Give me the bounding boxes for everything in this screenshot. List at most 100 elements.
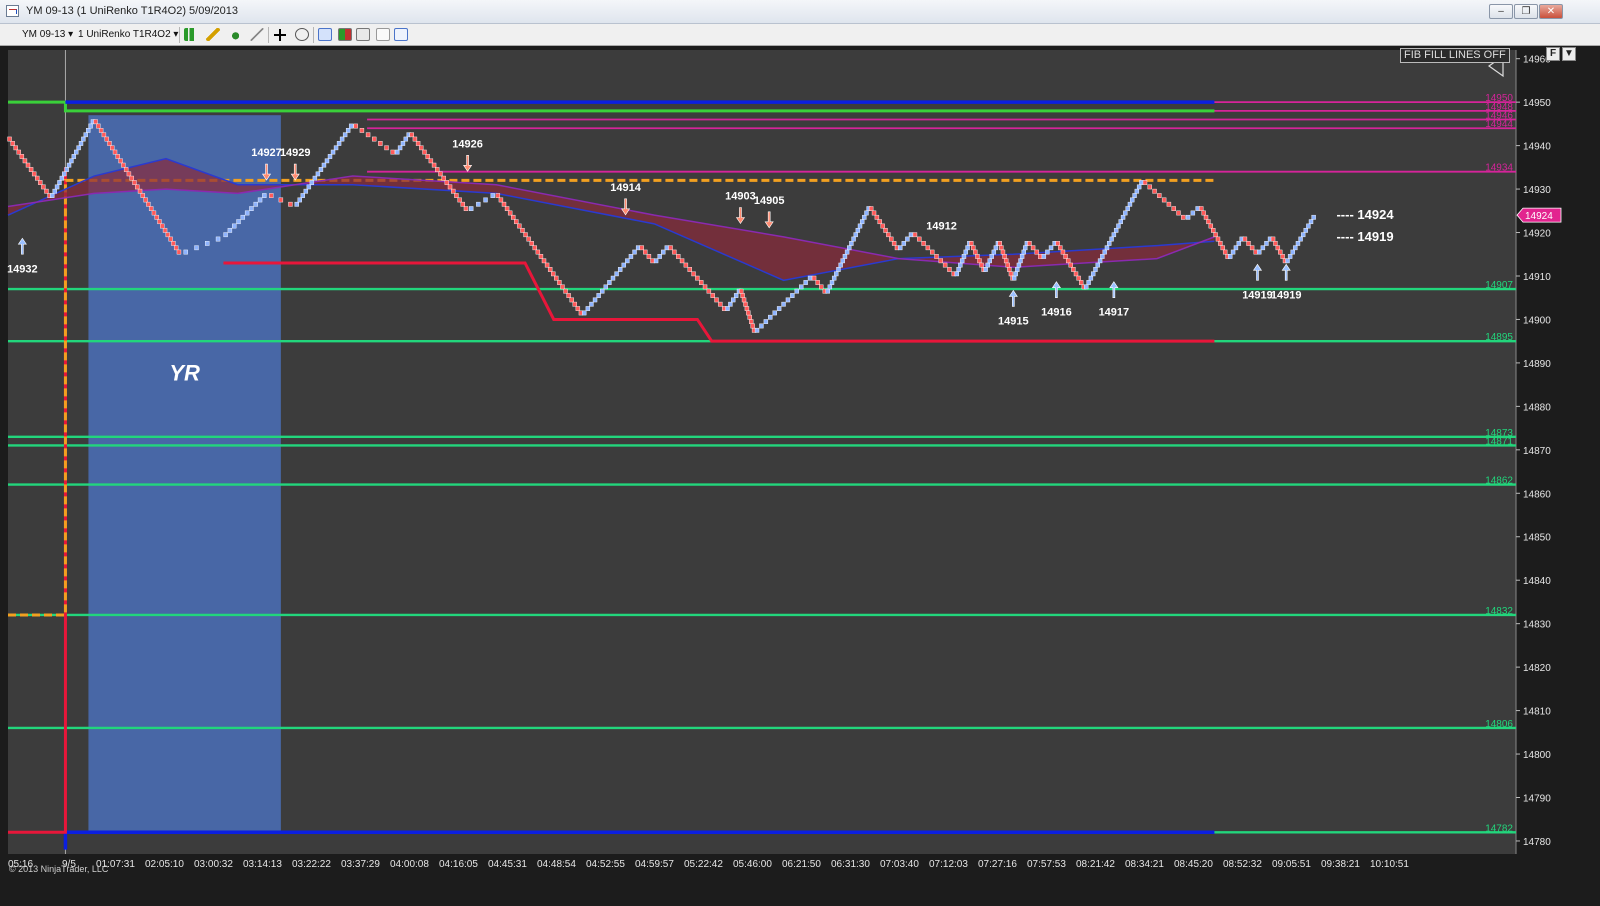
instrument-selector[interactable]: YM 09-13 ▾ <box>22 27 73 42</box>
renko-brick <box>1013 271 1018 277</box>
renko-brick <box>1260 245 1266 251</box>
renko-brick <box>785 297 791 303</box>
renko-brick <box>171 241 176 246</box>
renko-brick <box>664 245 670 251</box>
level-label: 14895 <box>1485 332 1513 343</box>
renko-brick <box>422 149 427 155</box>
x-tick-label: 04:59:57 <box>635 859 674 870</box>
snapshot-icon[interactable] <box>356 28 370 41</box>
renko-brick <box>989 254 994 259</box>
renko-brick <box>569 297 574 303</box>
renko-brick <box>41 184 46 190</box>
x-tick-label: 07:57:53 <box>1027 859 1066 870</box>
f-button[interactable]: F <box>1546 47 1560 61</box>
renko-brick <box>834 271 839 277</box>
fib-fill-toggle[interactable]: FIB FILL LINES OFF <box>1400 48 1510 63</box>
renko-brick <box>1257 249 1262 255</box>
session-label: YR <box>169 360 200 385</box>
crosshair-icon[interactable] <box>273 28 287 41</box>
renko-brick <box>1270 236 1276 242</box>
drawing-tool-icon[interactable] <box>206 28 220 41</box>
renko-brick <box>303 188 309 194</box>
renko-brick <box>1127 201 1133 207</box>
renko-brick <box>847 245 852 251</box>
y-tick-label: 14830 <box>1523 620 1551 631</box>
x-tick-label: 03:37:29 <box>341 859 380 870</box>
renko-brick <box>628 254 634 259</box>
renko-brick <box>1007 267 1012 272</box>
signal-label: 14903 <box>725 190 756 202</box>
data-box-icon[interactable] <box>338 28 352 41</box>
copyright-notice: © 2013 NinjaTrader, LLC <box>9 864 109 874</box>
restore-button[interactable]: ❐ <box>1514 4 1538 19</box>
renko-brick <box>78 141 84 146</box>
renko-brick <box>25 162 31 168</box>
window-linking-icon[interactable] <box>394 28 408 41</box>
renko-brick <box>625 258 630 264</box>
renko-brick <box>687 267 692 272</box>
renko-brick <box>840 258 845 264</box>
renko-brick <box>1220 245 1225 251</box>
renko-brick <box>1176 210 1181 216</box>
renko-brick <box>614 271 619 277</box>
renko-brick <box>309 180 315 185</box>
y-tick-label: 14800 <box>1523 750 1551 761</box>
close-button[interactable]: ✕ <box>1539 4 1563 19</box>
signal-label: 14919 <box>1271 289 1302 301</box>
print-icon[interactable] <box>376 28 390 41</box>
renko-brick <box>457 197 462 203</box>
x-tick-label: 07:12:03 <box>929 859 968 870</box>
renko-brick <box>66 162 72 168</box>
renko-brick <box>1095 262 1100 268</box>
renko-brick <box>1190 210 1196 216</box>
strategies-icon[interactable] <box>250 28 264 41</box>
renko-brick <box>451 188 456 194</box>
renko-brick <box>956 267 961 272</box>
renko-brick <box>13 145 18 151</box>
collapse-toggle[interactable]: ▼ <box>1562 47 1576 61</box>
signal-label: 14905 <box>754 195 785 207</box>
renko-brick <box>454 193 459 198</box>
renko-brick <box>1215 236 1221 242</box>
price-chart[interactable]: YR14950149481494614944149341490714895148… <box>0 46 1600 906</box>
renko-brick <box>831 275 837 281</box>
renko-brick <box>520 227 525 233</box>
indicators-icon[interactable] <box>230 28 244 41</box>
renko-brick <box>1065 258 1071 264</box>
renko-brick <box>993 245 999 251</box>
renko-brick <box>1120 214 1126 220</box>
zoom-icon[interactable] <box>295 28 309 41</box>
y-tick-label: 14890 <box>1523 359 1551 370</box>
renko-brick <box>76 145 81 151</box>
renko-brick <box>1295 241 1301 246</box>
renko-brick <box>979 262 984 268</box>
renko-brick <box>1303 227 1308 233</box>
chart-toolbar: YM 09-13 ▾ 1 UniRenko T1R4O2 ▾ <box>0 24 1600 46</box>
renko-brick <box>257 197 263 203</box>
renko-brick <box>829 280 835 285</box>
renko-brick <box>132 180 137 185</box>
renko-brick <box>921 241 926 246</box>
renko-brick <box>425 154 430 159</box>
y-tick-label: 14940 <box>1523 142 1551 153</box>
renko-brick <box>1157 193 1162 198</box>
renko-brick <box>110 145 115 151</box>
x-tick-label: 03:22:22 <box>292 859 331 870</box>
renko-brick <box>1125 206 1130 212</box>
signal-label: 14927 <box>251 147 282 159</box>
signal-label: 14915 <box>998 315 1029 327</box>
renko-brick <box>603 284 609 290</box>
renko-brick <box>231 223 237 229</box>
renko-brick <box>683 262 689 268</box>
renko-brick <box>691 271 696 277</box>
renko-brick <box>1275 245 1281 251</box>
minimize-button[interactable]: ‒ <box>1489 4 1513 19</box>
y-tick-label: 14790 <box>1523 794 1551 805</box>
renko-brick <box>253 201 258 207</box>
period-selector[interactable]: 1 UniRenko T1R4O2 ▾ <box>78 27 178 42</box>
renko-brick <box>849 241 854 246</box>
renko-brick <box>551 271 556 277</box>
properties-icon[interactable] <box>318 28 332 41</box>
bar-style-icon[interactable] <box>184 28 198 41</box>
renko-brick <box>582 310 587 316</box>
